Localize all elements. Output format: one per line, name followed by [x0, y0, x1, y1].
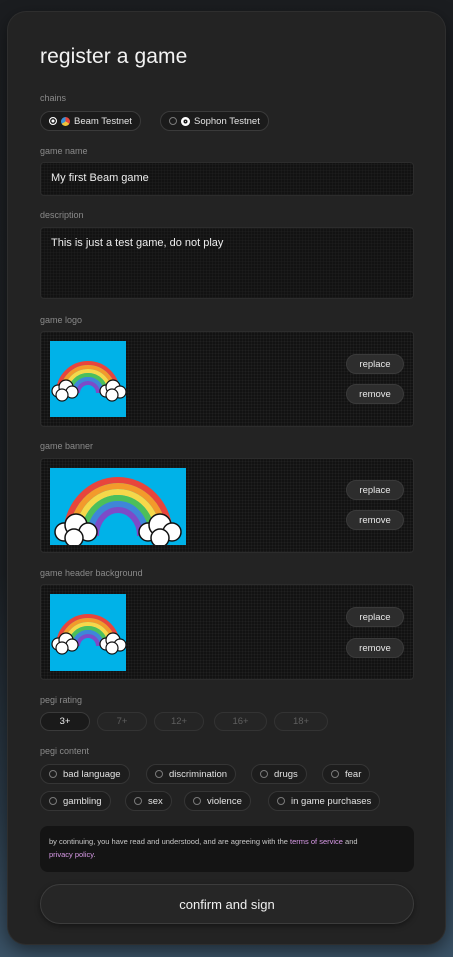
pegi-tag-discrimination[interactable]: discrimination	[146, 764, 237, 784]
sophon-logo-icon	[181, 116, 190, 126]
tag-label: gambling	[63, 795, 102, 807]
checkbox-icon	[49, 797, 57, 805]
radio-unselected-icon	[169, 117, 177, 125]
pegi-tag-in-game-purchases[interactable]: in game purchases	[268, 791, 381, 811]
pegi-tag-violence[interactable]: violence	[184, 791, 251, 811]
description-label: description	[40, 210, 84, 220]
game-banner-label: game banner	[40, 441, 94, 451]
game-banner-box: replace remove	[40, 458, 414, 553]
header-remove-button[interactable]: remove	[346, 638, 404, 658]
terms-notice: by continuing, you have read and underst…	[40, 826, 414, 872]
checkbox-icon	[193, 797, 201, 805]
tag-label: discrimination	[169, 768, 228, 780]
logo-remove-button[interactable]: remove	[346, 384, 404, 404]
chains-label: chains	[40, 93, 67, 103]
tag-label: drugs	[274, 768, 298, 780]
checkbox-icon	[49, 770, 57, 778]
pegi-tag-sex[interactable]: sex	[125, 791, 172, 811]
description-textarea[interactable]: This is just a test game, do not play	[40, 227, 414, 299]
game-banner-image	[50, 468, 186, 545]
pegi-tag-fear[interactable]: fear	[322, 764, 371, 784]
notice-text: by continuing, you have read and underst…	[49, 837, 291, 846]
terms-of-service-link[interactable]: terms of service	[290, 837, 343, 846]
pegi-option-18[interactable]: 18+	[274, 712, 328, 731]
game-logo-image	[50, 341, 126, 417]
tag-label: bad language	[63, 768, 121, 780]
game-header-image	[50, 594, 126, 671]
notice-end: .	[93, 850, 96, 859]
pegi-tag-drugs[interactable]: drugs	[251, 764, 307, 784]
pegi-rating-label: pegi rating	[40, 695, 83, 705]
game-header-label: game header background	[40, 568, 143, 578]
notice-and: and	[342, 837, 358, 846]
game-name-input[interactable]: My first Beam game	[40, 162, 414, 196]
page-title: register a game	[40, 45, 188, 68]
game-header-box: replace remove	[40, 584, 414, 680]
checkbox-icon	[277, 797, 285, 805]
pegi-option-3[interactable]: 3+	[40, 712, 90, 731]
beam-logo-icon	[61, 116, 70, 126]
tag-label: violence	[207, 795, 242, 807]
pegi-tag-bad-language[interactable]: bad language	[40, 764, 130, 784]
tag-label: in game purchases	[291, 795, 372, 807]
pegi-content-label: pegi content	[40, 746, 90, 756]
game-name-label: game name	[40, 146, 88, 156]
chain-option-sophon[interactable]: Sophon Testnet	[160, 111, 269, 131]
confirm-and-sign-button[interactable]: confirm and sign	[40, 884, 414, 924]
radio-selected-icon	[49, 117, 57, 125]
banner-remove-button[interactable]: remove	[346, 510, 404, 530]
pegi-option-16[interactable]: 16+	[214, 712, 267, 731]
game-logo-box: replace remove	[40, 331, 414, 427]
tag-label: sex	[148, 795, 163, 807]
privacy-policy-link[interactable]: privacy policy	[49, 850, 93, 859]
checkbox-icon	[134, 797, 142, 805]
header-replace-button[interactable]: replace	[346, 607, 404, 627]
chain-name-sophon: Sophon Testnet	[194, 115, 260, 127]
pegi-option-7[interactable]: 7+	[97, 712, 147, 731]
pegi-tag-gambling[interactable]: gambling	[40, 791, 111, 811]
checkbox-icon	[260, 770, 268, 778]
pegi-option-12[interactable]: 12+	[154, 712, 204, 731]
chain-option-beam[interactable]: Beam Testnet	[40, 111, 141, 131]
game-logo-label: game logo	[40, 315, 83, 325]
register-game-card: register a game chains Beam Testnet Soph…	[8, 12, 445, 944]
chain-name-beam: Beam Testnet	[74, 115, 132, 127]
checkbox-icon	[331, 770, 339, 778]
banner-replace-button[interactable]: replace	[346, 480, 404, 500]
logo-replace-button[interactable]: replace	[346, 354, 404, 374]
checkbox-icon	[155, 770, 163, 778]
tag-label: fear	[345, 768, 362, 780]
